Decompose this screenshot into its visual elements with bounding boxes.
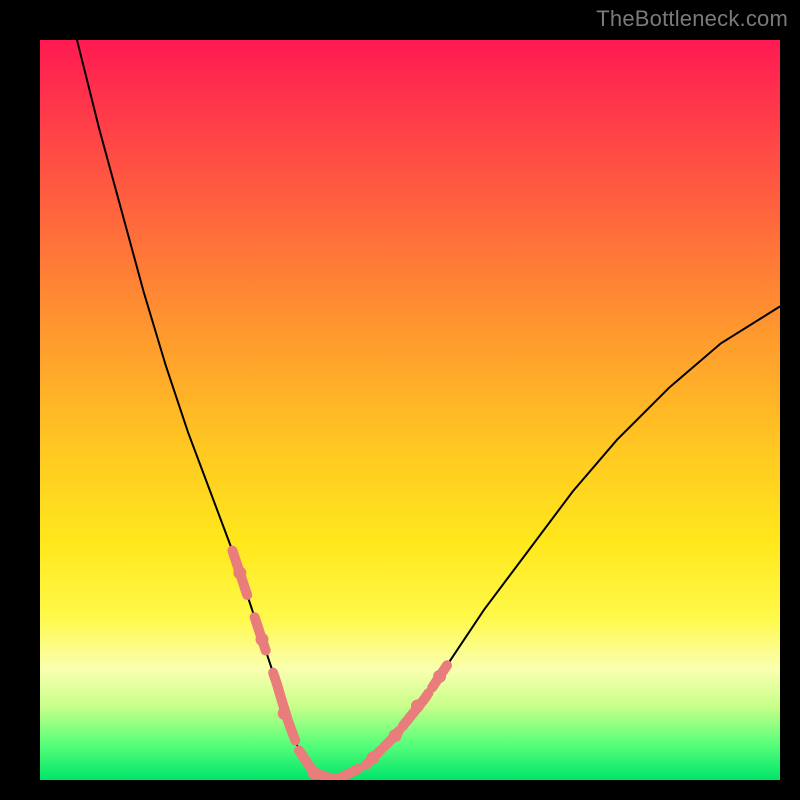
plot-svg <box>40 40 780 780</box>
chart-frame: TheBottleneck.com <box>0 0 800 800</box>
highlight-dot <box>233 566 246 579</box>
highlight-dot <box>433 670 446 683</box>
highlight-dot <box>389 729 402 742</box>
gradient-background <box>40 40 780 780</box>
highlight-dot <box>256 633 269 646</box>
highlight-dot <box>278 707 291 720</box>
highlight-dot <box>411 700 424 713</box>
highlight-dot <box>367 751 380 764</box>
highlight-group <box>232 551 447 780</box>
watermark-text: TheBottleneck.com <box>596 6 788 32</box>
highlight-dot <box>307 766 320 779</box>
highlight-segment <box>273 673 295 741</box>
curve-group <box>77 40 780 780</box>
bottleneck-curve <box>77 40 780 780</box>
